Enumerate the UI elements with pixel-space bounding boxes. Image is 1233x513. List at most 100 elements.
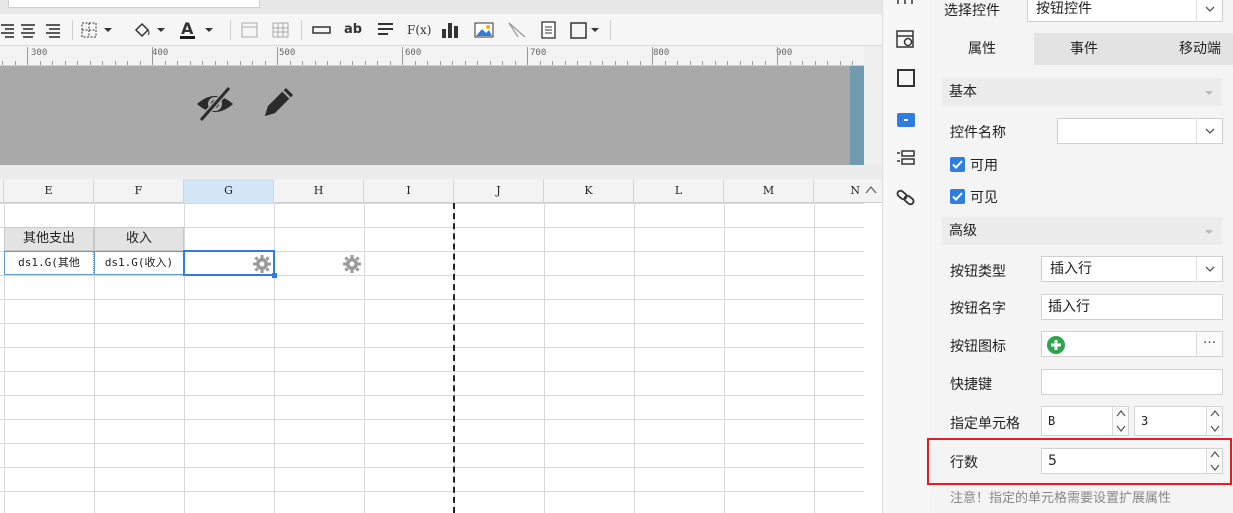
ruler-tick <box>64 61 66 65</box>
form-widget-icon[interactable] <box>895 29 917 51</box>
cell-grid[interactable]: 其他支出 收入 ds1.G(其他 ds1.G(收入) <box>0 203 882 513</box>
choose-widget-select[interactable]: 按钮控件 <box>1027 0 1223 22</box>
chevron-down-icon[interactable] <box>1196 0 1222 21</box>
tab-properties[interactable]: 属性 <box>930 33 1034 65</box>
ruler-tick <box>527 47 528 65</box>
list-icon[interactable] <box>376 19 396 41</box>
ruler-tick <box>489 61 491 65</box>
image-icon[interactable] <box>473 19 495 41</box>
document-tab[interactable] <box>8 0 260 8</box>
column-header-l[interactable]: L <box>634 179 724 203</box>
button-widget-icon[interactable] <box>897 113 915 127</box>
collapse-caret-icon[interactable] <box>1204 90 1214 96</box>
column-spinner[interactable] <box>1112 407 1128 435</box>
ruler-tick <box>77 61 78 65</box>
ruler-tick <box>2 61 3 65</box>
column-header-j[interactable]: J <box>454 179 544 203</box>
table-header-cell[interactable]: 收入 <box>94 227 184 251</box>
widget-name-label: 控件名称 <box>950 125 1006 141</box>
bar-chart-icon[interactable] <box>440 19 462 41</box>
more-button[interactable]: ··· <box>1196 332 1222 356</box>
ruler-tick <box>39 61 41 65</box>
target-cell-column-input[interactable]: B <box>1041 406 1129 436</box>
ab-text-icon[interactable]: ab <box>342 19 364 41</box>
column-header-k[interactable]: K <box>544 179 634 203</box>
widget-name-select[interactable] <box>1057 118 1223 144</box>
section-basic[interactable]: 基本 <box>942 78 1222 106</box>
parameter-panel-preview[interactable] <box>0 66 850 165</box>
column-header-e[interactable]: E <box>4 179 94 203</box>
ruler-tick <box>314 61 316 65</box>
freeze-icon[interactable] <box>240 19 260 41</box>
fill-color-icon[interactable] <box>131 19 169 41</box>
highlight-box <box>927 438 1232 485</box>
add-circle-icon <box>1047 336 1065 354</box>
align-justify-icon[interactable] <box>44 19 62 41</box>
table-icon[interactable] <box>895 0 917 8</box>
grid-row-line <box>0 275 864 276</box>
doc-icon[interactable] <box>539 19 559 41</box>
pencil-icon[interactable] <box>259 82 299 122</box>
visible-checkbox[interactable] <box>950 189 965 204</box>
grid-column-line <box>634 203 635 513</box>
eye-off-icon[interactable] <box>193 82 237 126</box>
collapse-caret-icon[interactable] <box>1204 229 1214 235</box>
ruler-tick <box>639 61 641 65</box>
button-name-input[interactable]: 插入行 <box>1041 294 1223 320</box>
ruler-tick <box>702 61 703 65</box>
tab-events[interactable]: 事件 <box>1034 33 1134 65</box>
ruler-tick <box>677 61 678 65</box>
ruler-label: 700 <box>530 48 547 58</box>
preview-scrollbar[interactable] <box>850 66 864 165</box>
grid-column-line <box>544 203 545 513</box>
ruler-tick <box>352 61 353 65</box>
chevron-down-icon[interactable] <box>1196 119 1222 143</box>
property-panel: 选择控件 按钮控件 属性 事件 移动端 基本 控件名称 可用 可见 高级 按钮类… <box>930 0 1233 513</box>
fill-handle[interactable] <box>272 273 277 278</box>
ruler-tick <box>652 47 653 65</box>
scroll-up-icon[interactable] <box>864 183 878 197</box>
border-style-icon[interactable] <box>568 19 604 41</box>
ruler-tick <box>827 61 828 65</box>
column-header-h[interactable]: H <box>274 179 364 203</box>
button-type-select[interactable]: 插入行 <box>1041 256 1223 282</box>
font-color-icon[interactable]: A <box>179 19 219 41</box>
ruler-tick <box>264 61 266 65</box>
grid-icon[interactable] <box>271 19 291 41</box>
table-data-cell[interactable]: ds1.G(其他 <box>4 251 94 275</box>
column-header-i[interactable]: I <box>364 179 454 203</box>
textbox-icon[interactable] <box>311 19 333 41</box>
column-header-m[interactable]: M <box>724 179 814 203</box>
formula-icon[interactable]: F(x) <box>407 19 431 41</box>
section-advanced[interactable]: 高级 <box>942 217 1222 245</box>
ruler-tick <box>152 47 153 65</box>
tab-mobile[interactable]: 移动端 <box>1134 33 1233 65</box>
gear-icon <box>252 254 272 274</box>
target-cell-row-input[interactable]: 3 <box>1134 406 1223 436</box>
table-data-cell[interactable]: ds1.G(收入) <box>94 251 184 275</box>
button-icon-field[interactable]: ··· <box>1041 331 1223 357</box>
slash-icon[interactable] <box>506 19 528 41</box>
frame-icon[interactable] <box>895 67 917 89</box>
align-right-icon[interactable] <box>0 19 18 41</box>
row-spinner[interactable] <box>1206 407 1222 435</box>
border-icon[interactable] <box>80 19 116 41</box>
column-header-g[interactable]: G <box>184 179 274 203</box>
enabled-checkbox[interactable] <box>950 157 965 172</box>
ruler-tick <box>302 61 303 65</box>
tab-layout-icon[interactable] <box>895 148 917 170</box>
chevron-down-icon[interactable] <box>1196 257 1222 281</box>
button-name-label: 按钮名字 <box>950 301 1006 317</box>
ruler-tick <box>739 61 741 65</box>
format-toolbar: A ab F(x) <box>0 14 882 46</box>
link-icon[interactable] <box>895 187 917 209</box>
ruler-label: 900 <box>776 48 793 58</box>
ruler-tick <box>327 61 328 65</box>
choose-widget-value: 按钮控件 <box>1036 1 1092 17</box>
column-header-n[interactable]: N <box>814 179 864 203</box>
shortcut-input[interactable] <box>1041 369 1223 395</box>
table-header-cell[interactable]: 其他支出 <box>4 227 94 251</box>
column-header-f[interactable]: F <box>94 179 184 203</box>
ruler-tick <box>89 61 91 65</box>
align-center-icon[interactable] <box>19 19 37 41</box>
